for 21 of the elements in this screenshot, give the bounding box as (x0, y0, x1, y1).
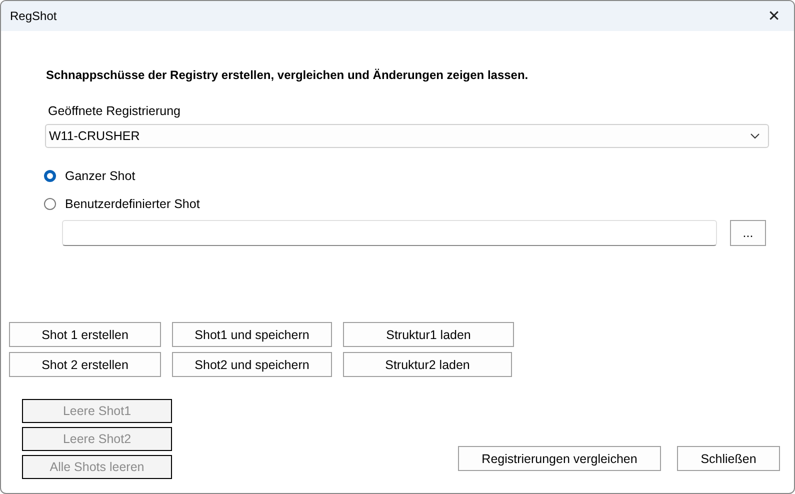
description-text: Schnappschüsse der Registry erstellen, vergleichen und Änderungen zeigen lassen. (46, 68, 530, 82)
radio-label: Ganzer Shot (65, 169, 136, 183)
path-input-field[interactable] (62, 220, 717, 246)
dialog-button[interactable]: Schließen (677, 446, 780, 471)
close-button[interactable]: ✕ (754, 1, 794, 31)
shot-button[interactable]: Struktur1 laden (343, 322, 514, 347)
browse-button[interactable]: ... (730, 220, 766, 246)
registry-label: Geöffnete Registrierung (48, 104, 182, 118)
radio-label: Benutzerdefinierter Shot (65, 197, 200, 211)
shot-button[interactable]: Shot 1 erstellen (9, 322, 161, 347)
registry-dropdown[interactable]: W11-CRUSHER (45, 124, 769, 148)
window-title: RegShot (10, 9, 57, 23)
shot-button[interactable]: Struktur2 laden (343, 352, 512, 377)
chevron-down-icon (750, 133, 760, 139)
radio-button[interactable] (44, 170, 56, 182)
dropdown-value: W11-CRUSHER (49, 129, 140, 143)
shot-button[interactable]: Shot 2 erstellen (9, 352, 161, 377)
shot-button[interactable]: Shot2 und speichern (172, 352, 332, 377)
shot-button[interactable]: Shot1 und speichern (172, 322, 332, 347)
radio-button[interactable] (44, 198, 56, 210)
dialog-button[interactable]: Registrierungen vergleichen (458, 446, 661, 471)
